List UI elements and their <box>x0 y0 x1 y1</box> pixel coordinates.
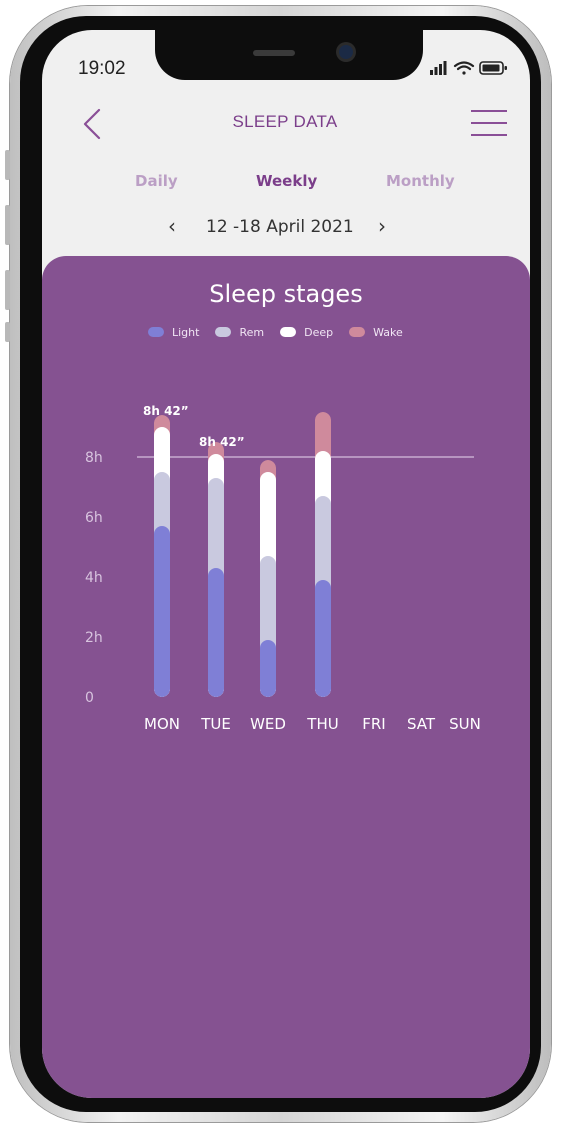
x-tick-label: MON <box>144 715 180 733</box>
data-label: 8h 42” <box>143 404 189 418</box>
y-tick-label: 6h <box>85 510 103 526</box>
data-label: 8h 42” <box>199 435 245 449</box>
x-tick-label: SUN <box>449 715 481 733</box>
x-tick-label: TUE <box>200 715 231 733</box>
x-tick-label: FRI <box>362 715 385 733</box>
y-tick-label: 4h <box>85 570 103 586</box>
y-tick-label: 0 <box>85 690 94 706</box>
bar-thu <box>315 412 331 697</box>
bar-segment-light <box>315 580 331 697</box>
bar-segment-light <box>260 640 276 697</box>
sleep-stages-chart: 0 2h 4h 6h 8h MON TUE WED THU FRI SAT SUN 8h 42” 8h 4… <box>85 404 481 733</box>
x-tick-label: SAT <box>407 715 436 733</box>
x-tick-label: WED <box>250 715 286 733</box>
bar-segment-light <box>154 526 170 697</box>
y-tick-label: 8h <box>85 450 103 466</box>
y-tick-label: 2h <box>85 630 103 646</box>
bar-wed <box>260 460 276 697</box>
x-tick-label: THU <box>306 715 338 733</box>
bar-tue <box>208 442 224 697</box>
bar-segment-light <box>208 568 224 697</box>
bar-mon <box>154 415 170 697</box>
